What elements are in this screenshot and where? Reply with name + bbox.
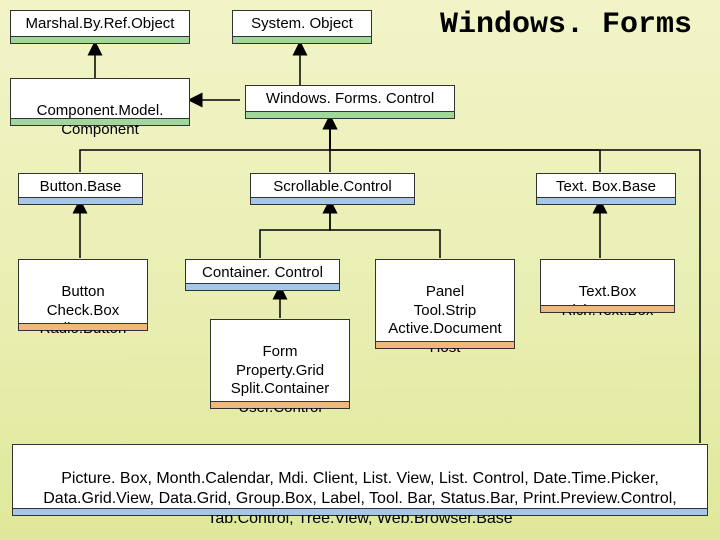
node-textboxbase: Text. Box.Base	[536, 173, 676, 205]
node-marshal: Marshal.By.Ref.Object	[10, 10, 190, 44]
node-label: Picture. Box, Month.Calendar, Mdi. Clien…	[43, 470, 677, 527]
node-panel-group: Panel Tool.Strip Active.Document Host	[375, 259, 515, 349]
node-label: System. Object	[251, 15, 353, 32]
node-label: Text. Box.Base	[556, 178, 656, 195]
node-misc-controls: Picture. Box, Month.Calendar, Mdi. Clien…	[12, 444, 708, 516]
page-title: Windows. Forms	[440, 8, 692, 42]
node-label: Marshal.By.Ref.Object	[26, 15, 175, 32]
node-container: Container. Control	[185, 259, 340, 291]
node-system-object: System. Object	[232, 10, 372, 44]
node-label: Button.Base	[40, 178, 122, 195]
node-label: Scrollable.Control	[273, 178, 391, 195]
node-control: Windows. Forms. Control	[245, 85, 455, 119]
node-form-group: Form Property.Grid Split.Container User.…	[210, 319, 350, 409]
node-label: Windows. Forms. Control	[266, 90, 434, 107]
node-scrollable: Scrollable.Control	[250, 173, 415, 205]
node-component: Component.Model. Component	[10, 78, 190, 126]
node-textbox-group: Text.Box Rich.Text.Box	[540, 259, 675, 313]
node-buttonbase: Button.Base	[18, 173, 143, 205]
node-label: Text.Box Rich.Text.Box	[562, 283, 654, 319]
node-button-group: Button Check.Box Radio.Button	[18, 259, 148, 331]
node-label: Container. Control	[202, 264, 323, 281]
